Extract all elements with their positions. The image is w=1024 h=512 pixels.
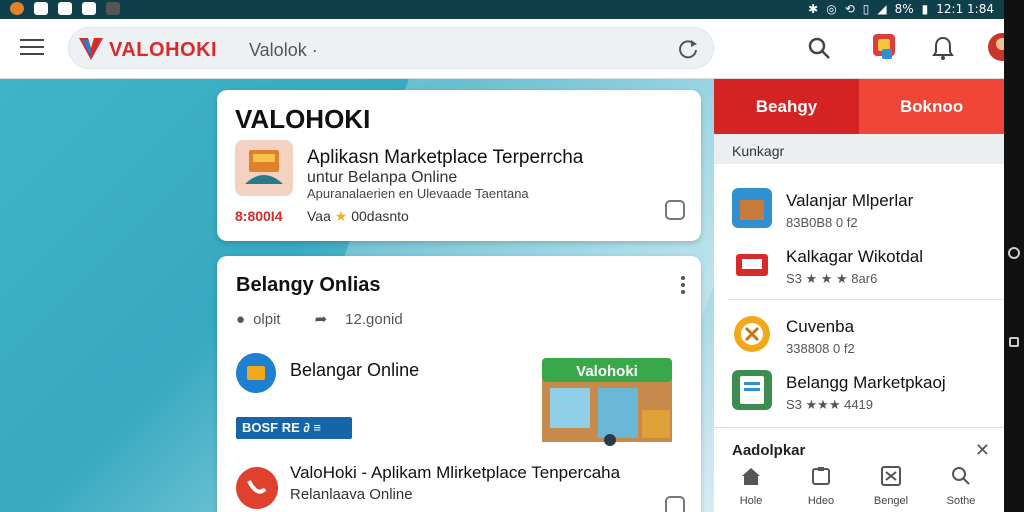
- card-title: VALOHOKI: [235, 104, 371, 134]
- storefront-illustration: Valohoki: [542, 358, 672, 446]
- hamburger-menu-icon[interactable]: [20, 39, 44, 57]
- tag-icon: [812, 467, 830, 485]
- nav-label: Hole: [739, 495, 763, 507]
- list-item-title: Valanjar Mlperlar: [786, 191, 914, 210]
- list-item-title: Cuvenba: [786, 317, 855, 336]
- list-item[interactable]: Kalkagar Wikotdal S3 ★ ★ ★ 8ar6: [714, 234, 1004, 296]
- search-bar[interactable]: VALOHOKI Valolok ·: [68, 27, 714, 69]
- search-input[interactable]: Valolok ·: [249, 40, 318, 61]
- tab-bar: Beahgy Boknoo: [714, 79, 1004, 134]
- valohoki-app-icon[interactable]: [236, 467, 278, 509]
- brand-name: VALOHOKI: [109, 39, 218, 61]
- gamepad-icon: [106, 2, 120, 15]
- bluetooth-icon: ✱: [808, 2, 819, 16]
- store-label[interactable]: Belangar Online: [290, 360, 419, 381]
- list-item-title: Belangg Marketpkaoj: [786, 373, 946, 392]
- nav-category[interactable]: Bengel: [856, 466, 926, 507]
- app-icon: [82, 2, 96, 15]
- app-bar: VALOHOKI Valolok ·: [0, 19, 1004, 79]
- gift-icon[interactable]: [870, 31, 900, 63]
- tab-beahgy[interactable]: Beahgy: [714, 79, 859, 134]
- app-description: Apuranalaerien en Ulevaade Taentana: [307, 186, 529, 201]
- promo-badge: BOSF RE ∂ ≡: [236, 417, 352, 439]
- item-thumbnail-icon: [732, 188, 772, 228]
- divider: [728, 299, 1004, 300]
- share-icon: [58, 2, 72, 15]
- app-subtitle: Relanlaava Online: [290, 486, 413, 503]
- section-label: Kunkagr: [732, 143, 785, 159]
- store-sign: Valohoki: [576, 363, 638, 380]
- nav-search[interactable]: Sothe: [926, 466, 996, 507]
- list-item-subtitle: 83B0B8 0 f2: [786, 215, 858, 230]
- battery-level: 8%: [894, 2, 914, 16]
- list-item-title: Kalkagar Wikotdal: [786, 247, 924, 266]
- home-icon: [742, 468, 760, 485]
- recents-nav-icon[interactable]: [1009, 337, 1019, 347]
- meta-left: olpit: [253, 310, 281, 328]
- instagram-share-icon[interactable]: [665, 496, 685, 512]
- right-panel: Beahgy Boknoo Kunkagr Valanjar Mlperlar …: [714, 79, 1004, 512]
- battery-icon: ▮: [921, 2, 929, 16]
- rating-meta: Vaa ★ 00dasnto: [307, 208, 409, 225]
- avatar-icon[interactable]: [986, 31, 1004, 65]
- vibrate-icon: ▯: [862, 2, 870, 16]
- app-title[interactable]: ValoHoki - Aplikam Mlirketplace Tenperca…: [290, 463, 620, 483]
- list-item[interactable]: Valanjar Mlperlar 83B0B8 0 f2: [714, 178, 1004, 240]
- status-icons-right: ✱ ◎ ⟲ ▯ ◢ 8% ▮ 12:1 1:84: [808, 2, 994, 16]
- app-subheadline: untur Belanpa Online: [307, 169, 458, 186]
- clock: 12:1 1:84: [936, 2, 994, 16]
- system-navigation-bar: [1004, 0, 1024, 512]
- rating-value: 00dasnto: [351, 208, 409, 224]
- status-icons-left: [10, 2, 120, 15]
- nav-label: Sothe: [946, 495, 976, 507]
- signal-icon: ◢: [877, 2, 887, 16]
- share-arrow-icon[interactable]: ➦: [315, 310, 328, 328]
- refresh-icon[interactable]: [677, 38, 699, 60]
- online-shopping-card: Belangy Onlias ● olpit ➦ 12.gonid Belang…: [217, 256, 701, 512]
- user-icon: ●: [236, 310, 246, 328]
- sync-icon: ⟲: [844, 2, 855, 16]
- bottom-sheet-title: Aadolpkar: [732, 442, 806, 459]
- nav-video[interactable]: Hdeo: [786, 466, 856, 507]
- list-item-subtitle: S3 ★★★ 4419: [786, 397, 874, 412]
- search-query: Valolok: [249, 40, 307, 60]
- grid-icon: [881, 466, 901, 486]
- list-item[interactable]: Belangg Marketpkaoj S3 ★★★ 4419: [714, 360, 1004, 422]
- item-thumbnail-icon: [734, 316, 770, 352]
- item-thumbnail-icon: [732, 370, 772, 410]
- card-meta-row: ● olpit ➦ 12.gonid: [236, 310, 403, 329]
- card-title: Belangy Onlias: [236, 274, 381, 296]
- nav-label: Hdeo: [807, 495, 835, 507]
- nav-home[interactable]: Hole: [716, 466, 786, 507]
- close-icon[interactable]: ✕: [975, 440, 990, 461]
- nfc-icon: ◎: [826, 2, 837, 16]
- instagram-share-icon[interactable]: [665, 200, 685, 220]
- youtube-icon: [34, 2, 48, 15]
- app-headline: Aplikasn Marketplace Terperrcha: [307, 147, 584, 168]
- tab-boknoo[interactable]: Boknoo: [859, 79, 1004, 134]
- search-icon: [952, 467, 970, 485]
- home-nav-icon[interactable]: [1008, 247, 1020, 259]
- notification-bell-icon[interactable]: [930, 35, 956, 61]
- list-item-subtitle: S3 ★ ★ ★ 8ar6: [786, 271, 878, 286]
- meta-right: 12.gonid: [345, 310, 403, 328]
- list-item[interactable]: Cuvenba 338808 0 f2: [714, 304, 1004, 366]
- rating-prefix: Vaa: [307, 208, 331, 224]
- featured-app-card[interactable]: VALOHOKI Aplikasn Marketplace Terperrcha…: [217, 90, 701, 241]
- list-item-subtitle: 338808 0 f2: [786, 341, 855, 356]
- price-label: 8:800I4: [235, 208, 283, 224]
- search-icon[interactable]: [806, 35, 832, 61]
- marketplace-app-icon: [235, 140, 293, 196]
- bottom-sheet: Aadolpkar ✕ Hole Hdeo Bengel Sothe: [714, 427, 1004, 512]
- item-thumbnail-icon: [732, 244, 772, 284]
- star-icon: ★: [334, 208, 348, 224]
- status-bar: ✱ ◎ ⟲ ▯ ◢ 8% ▮ 12:1 1:84: [0, 0, 1004, 19]
- more-options-icon[interactable]: [681, 276, 685, 294]
- nav-label: Bengel: [873, 495, 909, 507]
- valohoki-logo-icon: [79, 38, 103, 60]
- notification-dot-icon: [10, 2, 24, 15]
- store-app-icon[interactable]: [236, 353, 276, 393]
- search-dropdown-arrow: ·: [311, 40, 318, 60]
